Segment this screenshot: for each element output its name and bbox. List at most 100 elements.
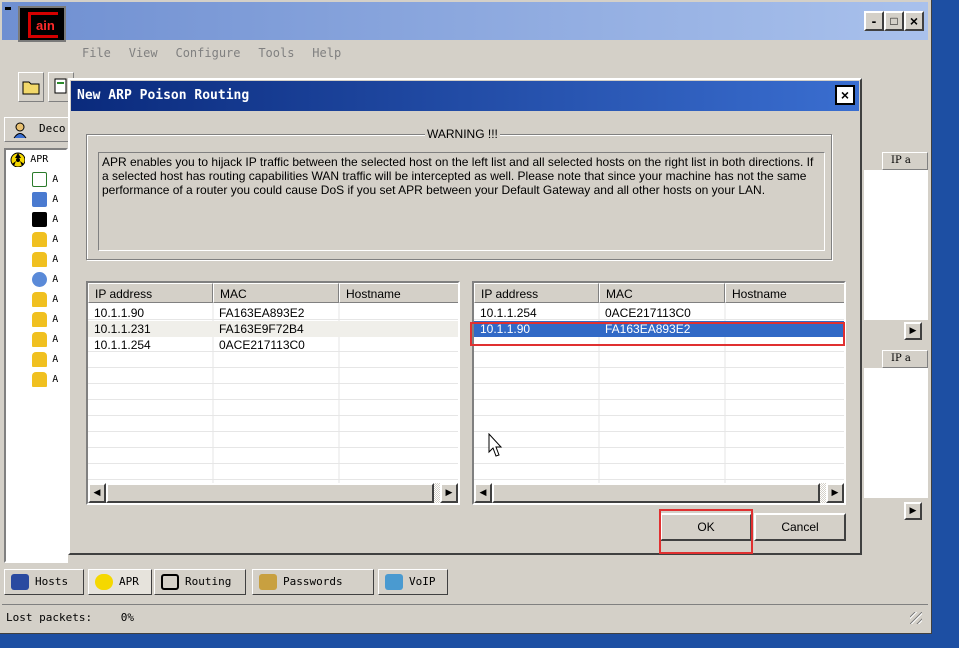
scroll-thumb[interactable]: [492, 483, 820, 503]
row-mac: 0ACE217113C0: [605, 306, 691, 320]
left-horizontal-scrollbar[interactable]: ◀ ▶: [88, 483, 458, 503]
tree-root-label: APR: [30, 154, 49, 165]
network-card-icon: [32, 172, 47, 187]
dialog-close-button[interactable]: ×: [835, 85, 855, 105]
scroll-thumb[interactable]: [106, 483, 434, 503]
right-col-mac[interactable]: MAC: [599, 283, 725, 303]
maximize-button[interactable]: □: [884, 11, 904, 31]
main-titlebar: ain - □ ×: [2, 2, 928, 42]
computer-icon: [11, 574, 29, 590]
folder-icon: [22, 81, 40, 95]
tab-apr-label: APR: [119, 575, 139, 588]
right-list-row[interactable]: 10.1.1.254 0ACE217113C0: [474, 305, 844, 321]
status-value: 0%: [120, 611, 134, 624]
cancel-button[interactable]: Cancel: [754, 513, 846, 541]
lock-icon: [32, 372, 47, 387]
highlight-selected-row: [470, 322, 845, 346]
left-host-list[interactable]: IP address MAC Hostname 10.1.1.90 FA163E…: [86, 281, 460, 505]
scroll-left-arrow[interactable]: ◀: [88, 483, 106, 503]
minimize-button[interactable]: -: [864, 11, 884, 31]
left-list-row[interactable]: 10.1.1.90 FA163EA893E2: [88, 305, 458, 321]
network-icon: [32, 192, 47, 207]
scroll-right-arrow-lower[interactable]: ▶: [904, 502, 922, 520]
globe-icon: [32, 272, 47, 287]
right-list-header: IP address MAC Hostname: [474, 283, 844, 303]
open-folder-button[interactable]: [18, 72, 44, 102]
tab-hosts[interactable]: Hosts: [4, 569, 84, 595]
row-hostname: [727, 305, 731, 321]
tree-item[interactable]: A: [32, 212, 58, 232]
warning-group: WARNING !!! APR enables you to hijack IP…: [86, 127, 832, 260]
tab-voip-label: VoIP: [409, 575, 436, 588]
scroll-right-arrow-upper[interactable]: ▶: [904, 322, 922, 340]
lock-icon: [32, 232, 47, 247]
left-list-header: IP address MAC Hostname: [88, 283, 458, 303]
right-col-ip[interactable]: IP address: [474, 283, 599, 303]
right-horizontal-scrollbar[interactable]: ◀ ▶: [474, 483, 844, 503]
tab-routing[interactable]: Routing: [154, 569, 246, 595]
warning-text: APR enables you to hijack IP traffic bet…: [98, 152, 825, 251]
row-mac: FA163E9F72B4: [219, 322, 304, 336]
left-col-ip[interactable]: IP address: [88, 283, 213, 303]
phone-icon: [385, 574, 403, 590]
menu-file[interactable]: File: [82, 46, 111, 60]
tree-item[interactable]: A: [32, 252, 58, 272]
tab-routing-label: Routing: [185, 575, 232, 588]
tree-item[interactable]: A: [32, 232, 58, 252]
scroll-right-arrow[interactable]: ▶: [440, 483, 458, 503]
row-hostname: [341, 321, 345, 337]
right-list-lower: [864, 368, 928, 498]
tree-item[interactable]: A: [32, 352, 58, 372]
row-mac: 0ACE217113C0: [219, 338, 305, 352]
right-col-hostname[interactable]: Hostname: [725, 283, 844, 303]
left-list-row[interactable]: 10.1.1.231 FA163E9F72B4: [88, 321, 458, 337]
row-ip: 10.1.1.231: [94, 322, 151, 336]
status-label: Lost packets:: [6, 611, 93, 624]
menu-configure[interactable]: Configure: [175, 46, 240, 60]
scroll-left-arrow[interactable]: ◀: [474, 483, 492, 503]
cain-logo-icon[interactable]: ain: [18, 6, 66, 42]
key-icon: [259, 574, 277, 590]
close-button[interactable]: ×: [904, 11, 924, 31]
row-hostname: [341, 305, 345, 321]
column-header-ip-lower[interactable]: IP a: [882, 350, 928, 368]
tab-voip[interactable]: VoIP: [378, 569, 448, 595]
tree-item[interactable]: A: [32, 192, 58, 212]
dialog-titlebar[interactable]: New ARP Poison Routing ×: [71, 81, 859, 111]
resize-grip-icon[interactable]: [910, 612, 922, 624]
tab-apr[interactable]: APR: [88, 569, 152, 595]
move-arrows-icon: [161, 574, 179, 590]
tree-item[interactable]: A: [32, 372, 58, 392]
tab-passwords[interactable]: Passwords: [252, 569, 374, 595]
highlight-ok-button: [659, 509, 753, 554]
radiation-icon: [10, 152, 25, 167]
menu-tools[interactable]: Tools: [258, 46, 294, 60]
tab-passwords-label: Passwords: [283, 575, 343, 588]
menu-help[interactable]: Help: [312, 46, 341, 60]
tree-item[interactable]: A: [32, 172, 58, 192]
left-list-row[interactable]: 10.1.1.254 0ACE217113C0: [88, 337, 458, 353]
tree-item[interactable]: A: [32, 292, 58, 312]
tree-root-apr[interactable]: APR: [10, 152, 48, 172]
left-col-hostname[interactable]: Hostname: [339, 283, 458, 303]
mouse-pointer-icon: [488, 433, 503, 457]
right-host-list[interactable]: IP address MAC Hostname 10.1.1.254 0ACE2…: [472, 281, 846, 505]
apr-tree-panel: APR A A A A A A A A A A A: [4, 148, 68, 563]
new-apr-dialog: New ARP Poison Routing × WARNING !!! APR…: [68, 78, 862, 555]
row-ip: 10.1.1.254: [94, 338, 151, 352]
column-header-ip-upper[interactable]: IP a: [882, 152, 928, 170]
lock-icon: [32, 312, 47, 327]
lock-icon: [32, 292, 47, 307]
lock-icon: [32, 332, 47, 347]
lock-icon: [32, 352, 47, 367]
tree-item[interactable]: A: [32, 272, 58, 292]
row-mac: FA163EA893E2: [219, 306, 305, 320]
tab-decoders[interactable]: Deco: [4, 117, 70, 142]
left-col-mac[interactable]: MAC: [213, 283, 339, 303]
tree-item[interactable]: A: [32, 312, 58, 332]
menu-view[interactable]: View: [129, 46, 158, 60]
scroll-right-arrow[interactable]: ▶: [826, 483, 844, 503]
tree-item[interactable]: A: [32, 332, 58, 352]
row-ip: 10.1.1.254: [480, 306, 537, 320]
right-list-upper: [864, 170, 928, 320]
